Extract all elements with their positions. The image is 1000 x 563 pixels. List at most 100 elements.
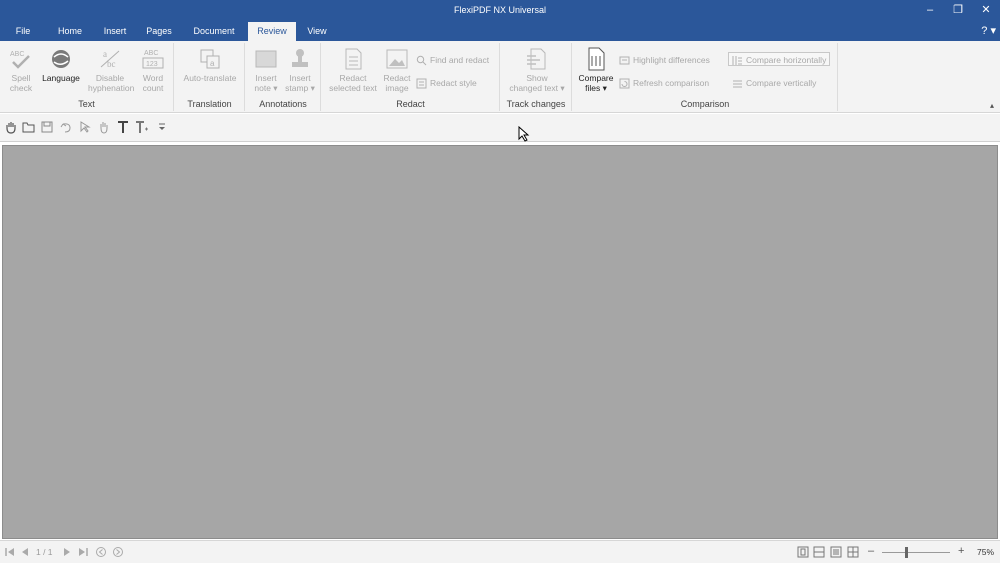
compare-horizontally-label: Compare horizontally: [746, 55, 827, 65]
forward-view-icon[interactable]: [112, 546, 124, 558]
redact-text-icon: [345, 48, 362, 70]
continuous-facing-view-icon[interactable]: [847, 546, 859, 558]
back-view-icon[interactable]: [95, 546, 107, 558]
close-button[interactable]: ✕: [972, 0, 1000, 22]
customize-toolbar-icon[interactable]: [155, 120, 169, 134]
word-count-label: Word count: [142, 73, 164, 93]
redact-image-label: Redact image: [383, 73, 411, 93]
pan-icon[interactable]: [97, 120, 111, 134]
ribbon-tabs: File Home Insert Pages Document Review V…: [0, 22, 1000, 41]
find-and-redact-button[interactable]: Find and redact: [416, 53, 489, 67]
redact-image-icon: [386, 49, 408, 69]
spell-check-label: Spell check: [9, 73, 33, 93]
hand-tool-icon[interactable]: [4, 120, 18, 134]
zoom-in-button[interactable]: +: [958, 545, 964, 557]
text-group: ABC Spell check Language a bc Disable hyp…: [0, 43, 174, 111]
zoom-level[interactable]: 75%: [977, 547, 994, 557]
tab-insert[interactable]: Insert: [96, 22, 134, 41]
text-format-icon[interactable]: [135, 120, 149, 134]
annotations-group-label: Annotations: [259, 99, 307, 109]
last-page-icon[interactable]: [77, 546, 89, 558]
page-indicator[interactable]: 1 / 1: [36, 547, 53, 557]
track-changes-group: Show changed text ▾ Track changes: [501, 43, 572, 111]
continuous-view-icon[interactable]: [813, 546, 825, 558]
document-canvas[interactable]: [2, 145, 998, 539]
quick-access-toolbar: [0, 114, 1000, 142]
annotations-group: Insert note ▾ Insert stamp ▾ Annotations: [246, 43, 321, 111]
insert-note-button[interactable]: Insert note ▾: [250, 47, 282, 93]
word-count-button[interactable]: ABC 123 Word count: [136, 47, 170, 93]
compare-files-label: Compare files ▾: [578, 73, 614, 93]
language-label: Language: [42, 73, 80, 83]
save-icon[interactable]: [40, 120, 54, 134]
tab-file[interactable]: File: [4, 22, 42, 41]
collapse-ribbon-button[interactable]: ▴: [990, 101, 994, 110]
spell-check-button[interactable]: ABC Spell check: [4, 47, 38, 93]
redact-style-button[interactable]: Redact style: [416, 76, 477, 90]
compare-horizontally-button[interactable]: Compare horizontally: [728, 52, 831, 66]
redact-image-button[interactable]: Redact image: [382, 47, 412, 93]
zoom-slider[interactable]: [882, 547, 950, 558]
redact-selected-text-button[interactable]: Redact selected text: [326, 47, 380, 93]
language-button[interactable]: Language: [40, 47, 82, 83]
facing-view-icon[interactable]: [830, 546, 842, 558]
compare-vertical-icon: [733, 80, 742, 88]
previous-page-icon[interactable]: [19, 546, 31, 558]
highlight-differences-button[interactable]: Highlight differences: [619, 53, 710, 67]
svg-text:ABC: ABC: [10, 51, 24, 58]
status-bar: 1 / 1 – + 75%: [0, 540, 1000, 563]
svg-text:a: a: [210, 59, 215, 68]
compare-horizontal-icon: [732, 56, 742, 66]
auto-translate-button[interactable]: a Auto-translate: [179, 47, 241, 83]
first-page-icon[interactable]: [4, 546, 16, 558]
refresh-comparison-label: Refresh comparison: [633, 78, 710, 88]
redact-style-icon: [416, 78, 427, 89]
compare-vertically-button[interactable]: Compare vertically: [732, 76, 816, 90]
title-bar: FlexiPDF NX Universal – ❐ ✕: [0, 0, 1000, 22]
tab-document[interactable]: Document: [186, 22, 242, 41]
spell-check-icon: ABC: [10, 51, 30, 69]
text-tool-icon[interactable]: [116, 120, 130, 134]
select-arrow-icon[interactable]: [78, 120, 92, 134]
highlight-icon: [619, 56, 630, 65]
note-icon: [255, 50, 277, 68]
tab-pages[interactable]: Pages: [140, 22, 178, 41]
compare-files-button[interactable]: Compare files ▾: [575, 47, 617, 93]
text-group-label: Text: [78, 99, 95, 109]
hyphenation-icon: abc: [100, 49, 120, 69]
ribbon: ABC Spell check Language a bc Disable hyp…: [0, 41, 1000, 113]
changed-text-icon: [527, 48, 546, 70]
undo-icon[interactable]: [59, 120, 73, 134]
open-folder-icon[interactable]: [22, 120, 36, 134]
tab-view[interactable]: View: [300, 22, 334, 41]
tab-review[interactable]: Review: [248, 22, 296, 41]
show-changed-text-label: Show changed text ▾: [509, 73, 565, 93]
next-page-icon[interactable]: [61, 546, 73, 558]
insert-stamp-label: Insert stamp ▾: [285, 73, 315, 93]
translation-group-label: Translation: [187, 99, 232, 109]
disable-hyphenation-button[interactable]: a bc Disable hyphenation: [88, 47, 134, 93]
refresh-icon: [619, 78, 630, 89]
comparison-group: Compare files ▾ Highlight differences Re…: [573, 43, 838, 111]
zoom-slider-thumb[interactable]: [904, 547, 908, 558]
word-count-icon: ABC 123: [142, 50, 164, 69]
find-icon: [416, 56, 427, 66]
comparison-group-label: Comparison: [680, 99, 730, 109]
auto-translate-label: Auto-translate: [183, 73, 237, 83]
restore-button[interactable]: ❐: [944, 0, 972, 22]
redact-style-label: Redact style: [430, 78, 477, 88]
mouse-cursor-icon: [518, 126, 530, 142]
zoom-out-button[interactable]: –: [868, 545, 874, 557]
refresh-comparison-button[interactable]: Refresh comparison: [619, 76, 709, 90]
translate-icon: a: [200, 49, 220, 69]
show-changed-text-button[interactable]: Show changed text ▾: [505, 47, 569, 93]
track-changes-group-label: Track changes: [506, 99, 566, 109]
help-button[interactable]: ? ▾: [981, 22, 996, 41]
highlight-differences-label: Highlight differences: [633, 55, 710, 65]
insert-stamp-button[interactable]: Insert stamp ▾: [284, 47, 316, 93]
compare-vertically-label: Compare vertically: [746, 78, 817, 88]
minimize-button[interactable]: –: [916, 0, 944, 22]
find-and-redact-label: Find and redact: [430, 55, 490, 65]
single-page-view-icon[interactable]: [797, 546, 809, 558]
tab-home[interactable]: Home: [50, 22, 90, 41]
